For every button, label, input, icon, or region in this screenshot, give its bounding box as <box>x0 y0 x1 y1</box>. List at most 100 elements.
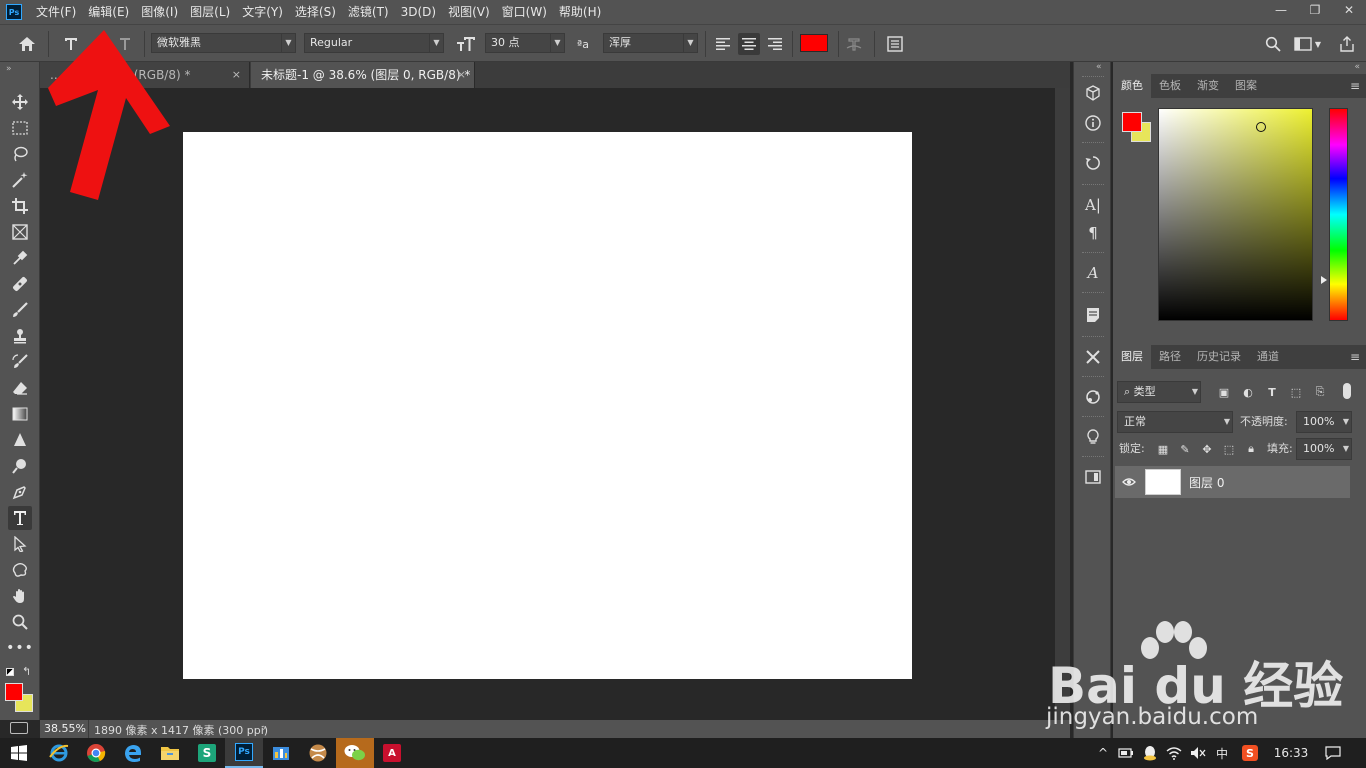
tab-color[interactable]: 颜色 <box>1113 74 1151 98</box>
tray-expand-icon[interactable]: ^ <box>1094 738 1112 768</box>
notification-icon[interactable] <box>1320 738 1346 768</box>
zoom-tool-icon[interactable] <box>8 610 32 634</box>
blur-tool-icon[interactable] <box>8 428 32 452</box>
libraries-icon[interactable] <box>1082 466 1104 488</box>
filter-smart-object-icon[interactable]: ⎘ <box>1312 384 1328 400</box>
menu-file[interactable]: 文件(F) <box>30 0 82 24</box>
ball-icon[interactable] <box>299 738 337 768</box>
wps-sheet-icon[interactable]: S <box>188 738 226 768</box>
hand-tool-icon[interactable] <box>8 584 32 608</box>
menu-image[interactable]: 图像(I) <box>135 0 184 24</box>
lock-position-icon[interactable]: ✥ <box>1199 441 1215 457</box>
photoshop-icon[interactable]: Ps <box>225 738 263 768</box>
collapse-icon[interactable]: « <box>1354 62 1360 72</box>
color-picker-cursor[interactable] <box>1256 122 1266 132</box>
pen-tool-icon[interactable] <box>8 480 32 504</box>
character-icon[interactable]: A| <box>1082 194 1104 216</box>
foreground-color-swatch[interactable] <box>5 683 23 701</box>
blend-mode-select[interactable]: 正常 ▼ <box>1117 411 1233 433</box>
tab-history[interactable]: 历史记录 <box>1189 345 1249 369</box>
color-picker-field[interactable] <box>1158 108 1313 321</box>
lock-image-icon[interactable]: ✎ <box>1177 441 1193 457</box>
frame-tool-icon[interactable] <box>8 220 32 244</box>
volume-icon[interactable] <box>1188 738 1208 768</box>
document-canvas[interactable] <box>183 132 912 679</box>
filter-type-icon[interactable]: T <box>1264 384 1280 400</box>
search-icon[interactable] <box>1262 33 1284 55</box>
adjustments-icon[interactable] <box>1082 386 1104 408</box>
layer-filter-select[interactable]: ⌕ 类型 ▼ <box>1117 381 1201 403</box>
close-icon[interactable]: × <box>232 62 241 88</box>
hue-slider[interactable] <box>1329 108 1348 321</box>
gradient-tool-icon[interactable] <box>8 402 32 426</box>
text-color-swatch[interactable] <box>800 34 828 52</box>
lock-all-icon[interactable]: 🔒︎ <box>1243 441 1259 457</box>
acrobat-icon[interactable]: A <box>373 738 411 768</box>
dodge-tool-icon[interactable] <box>8 454 32 478</box>
canvas-area[interactable] <box>40 88 1055 720</box>
close-button[interactable]: ✕ <box>1332 0 1366 20</box>
menu-window[interactable]: 窗口(W) <box>496 0 553 24</box>
eye-icon[interactable] <box>1121 474 1137 490</box>
menu-select[interactable]: 选择(S) <box>289 0 342 24</box>
align-right-icon[interactable] <box>764 33 786 55</box>
start-icon[interactable] <box>0 738 38 768</box>
menu-edit[interactable]: 编辑(E) <box>82 0 135 24</box>
more-tools-icon[interactable]: ••• <box>6 636 33 660</box>
battery-icon[interactable] <box>1116 738 1136 768</box>
healing-brush-tool-icon[interactable] <box>8 272 32 296</box>
antialias-select[interactable]: 浑厚 ▼ <box>603 33 698 53</box>
filter-pixel-icon[interactable]: ▣ <box>1216 384 1232 400</box>
wechat-icon[interactable] <box>336 738 374 768</box>
tools-panel-icon[interactable] <box>1082 346 1104 368</box>
zoom-level[interactable]: 38.55% <box>44 722 86 735</box>
default-colors-icon[interactable] <box>6 668 14 676</box>
layer-row[interactable]: 图层 0 <box>1115 466 1350 498</box>
custom-shape-tool-icon[interactable] <box>8 558 32 582</box>
collapse-icon[interactable]: « <box>1096 62 1102 72</box>
restore-button[interactable]: ❐ <box>1298 0 1332 20</box>
minimize-button[interactable]: — <box>1264 0 1298 20</box>
collapse-icon[interactable]: » <box>6 64 12 74</box>
fill-input[interactable]: 100% ▼ <box>1296 438 1352 460</box>
hue-slider-handle[interactable] <box>1321 276 1327 284</box>
tab-document-2[interactable]: 未标题-1 @ 38.6% (图层 0, RGB/8) * × <box>251 62 475 88</box>
clone-stamp-tool-icon[interactable] <box>8 324 32 348</box>
menu-view[interactable]: 视图(V) <box>442 0 496 24</box>
status-arrow-icon[interactable]: › <box>262 721 266 734</box>
sogou-ime-icon[interactable]: S <box>1240 738 1260 768</box>
glyphs-icon[interactable]: A <box>1082 262 1104 284</box>
tab-layers[interactable]: 图层 <box>1113 345 1151 369</box>
type-tool-icon[interactable] <box>8 506 32 530</box>
opacity-input[interactable]: 100% ▼ <box>1296 411 1352 433</box>
3d-panel-icon[interactable] <box>1082 82 1104 104</box>
learn-icon[interactable] <box>1082 426 1104 448</box>
quick-mask-icon[interactable] <box>10 722 28 734</box>
clock[interactable]: 16:33 <box>1268 738 1314 768</box>
ie-icon[interactable] <box>40 738 78 768</box>
close-icon[interactable]: × <box>457 62 466 88</box>
swap-colors-icon[interactable]: ↰ <box>22 665 31 678</box>
font-size-select[interactable]: 30 点 ▼ <box>485 33 565 53</box>
history-brush-tool-icon[interactable] <box>8 350 32 374</box>
menu-type[interactable]: 文字(Y) <box>236 0 289 24</box>
workspace-icon[interactable] <box>1292 33 1314 55</box>
filter-adjustment-icon[interactable]: ◐ <box>1240 384 1256 400</box>
share-icon[interactable] <box>1336 33 1358 55</box>
filter-toggle[interactable] <box>1343 383 1351 399</box>
tab-channels[interactable]: 通道 <box>1249 345 1287 369</box>
menu-help[interactable]: 帮助(H) <box>553 0 607 24</box>
paragraph-icon[interactable]: ¶ <box>1082 222 1104 244</box>
tab-swatches[interactable]: 色板 <box>1151 74 1189 98</box>
panel-menu-icon[interactable]: ≡ <box>1350 350 1360 364</box>
brush-tool-icon[interactable] <box>8 298 32 322</box>
chrome-icon[interactable] <box>77 738 115 768</box>
character-panel-icon[interactable] <box>884 33 906 55</box>
panel-menu-icon[interactable]: ≡ <box>1350 79 1360 93</box>
menu-3d[interactable]: 3D(D) <box>395 0 442 24</box>
menu-layer[interactable]: 图层(L) <box>184 0 236 24</box>
explorer-icon[interactable] <box>151 738 189 768</box>
ime-indicator[interactable]: 中 <box>1212 738 1232 768</box>
tab-patterns[interactable]: 图案 <box>1227 74 1265 98</box>
bars-icon[interactable] <box>262 738 300 768</box>
